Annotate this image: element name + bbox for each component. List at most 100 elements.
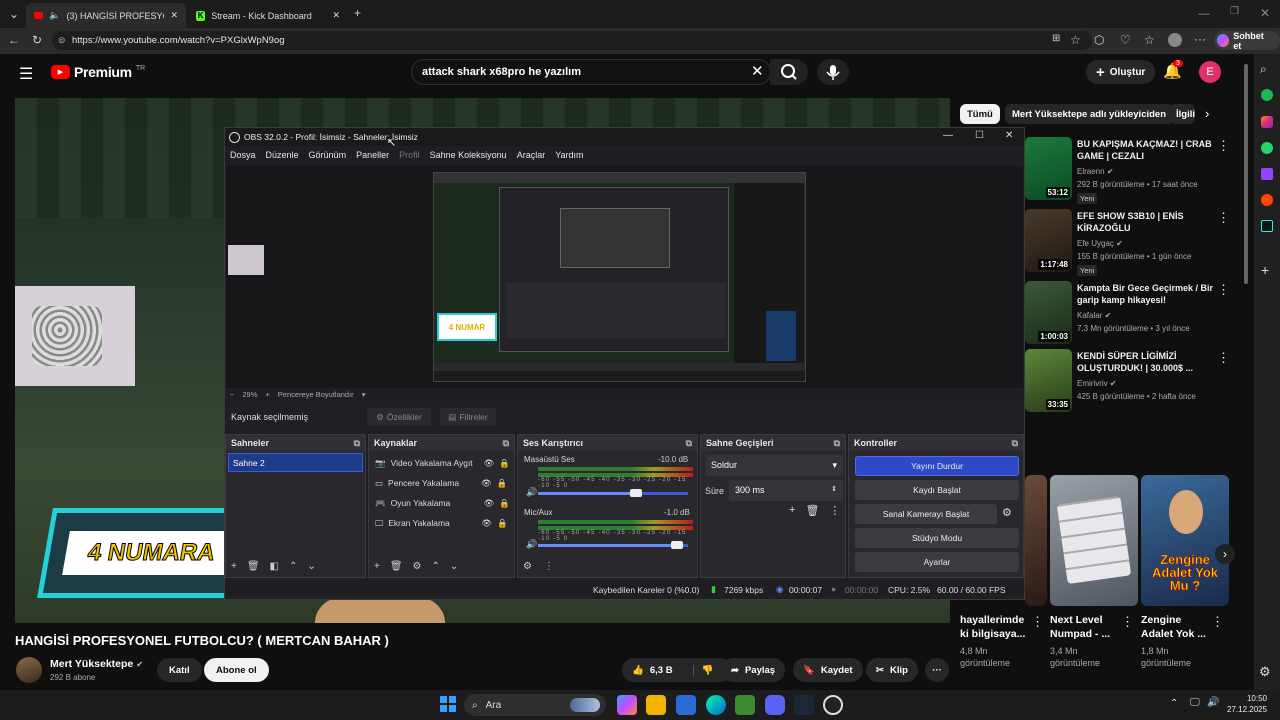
clock[interactable]: 10:50 27.12.2025 — [1227, 693, 1267, 715]
visibility-eye-icon[interactable]: 👁 — [484, 498, 495, 509]
dock-icon[interactable]: ⧉ — [834, 438, 840, 449]
clear-search-icon[interactable]: ✕ — [751, 62, 764, 80]
tab-kick-dashboard[interactable]: K Stream - Kick Dashboard ✕ — [188, 3, 348, 28]
discord-icon[interactable] — [765, 695, 785, 715]
favorite-star-icon[interactable]: ☆ — [1070, 34, 1081, 46]
tab-list-chevron-icon[interactable]: ⌄ — [9, 8, 19, 20]
clip-button[interactable]: ✂ Klip — [866, 658, 918, 682]
menu-view[interactable]: Görünüm — [309, 150, 347, 160]
rec-channel[interactable]: Elraenn ✔ — [1077, 167, 1114, 176]
short-title[interactable]: Next Level Numpad - ... — [1050, 613, 1120, 641]
menu-profile[interactable]: Profil — [399, 150, 420, 160]
close-tab-icon[interactable]: ✕ — [170, 10, 178, 21]
reddit-icon[interactable] — [1261, 194, 1273, 206]
minecraft-icon[interactable] — [735, 695, 755, 715]
rec-title[interactable]: EFE SHOW S3B10 | ENİS KİRAZOĞLU — [1077, 210, 1217, 234]
collections-icon[interactable]: ☆ — [1144, 34, 1155, 46]
dock-icon[interactable]: ⧉ — [1012, 438, 1018, 449]
short-more-icon[interactable]: ⋮ — [1211, 614, 1224, 630]
back-icon[interactable]: ← — [8, 34, 20, 46]
zoom-out-icon[interactable]: − — [230, 390, 234, 399]
window-close-icon[interactable]: ✕ — [1260, 7, 1270, 19]
search-button[interactable] — [770, 59, 808, 85]
rec-thumbnail[interactable]: 53:12 — [1025, 137, 1072, 200]
rec-channel[interactable]: Kafalar ✔ — [1077, 311, 1111, 320]
obs-minimize-icon[interactable]: — — [943, 130, 953, 141]
speaker-icon[interactable]: 🔈 — [49, 10, 60, 21]
chip-all[interactable]: Tümü — [960, 104, 1000, 124]
source-row[interactable]: ▭ Pencere Yakalama 👁 🔒 — [369, 473, 514, 493]
scene-item[interactable]: Sahne 2 — [228, 453, 363, 472]
source-row[interactable]: 🖵 Ekran Yakalama 👁 🔒 — [369, 513, 514, 533]
menu-edit[interactable]: Düzenle — [266, 150, 299, 160]
lock-icon[interactable]: 🔒 — [497, 478, 508, 489]
taskbar-search[interactable]: ⌕ Ara — [464, 694, 606, 716]
volume-tray-icon[interactable]: 🔊 — [1207, 697, 1219, 708]
menu-docks[interactable]: Paneller — [356, 150, 389, 160]
join-button[interactable]: Katıl — [157, 658, 202, 682]
short-more-icon[interactable]: ⋮ — [1031, 614, 1044, 630]
dock-icon[interactable]: ⧉ — [354, 438, 360, 449]
start-virtual-camera-button[interactable]: Sanal Kamerayı Başlat — [855, 504, 997, 524]
remove-transition-icon[interactable]: 🗑 — [805, 504, 819, 517]
extensions-icon[interactable]: ⬡ — [1094, 34, 1104, 46]
obs-taskbar-icon[interactable] — [823, 695, 843, 715]
channel-name[interactable]: Mert Yüksektepe ✔ — [50, 658, 143, 670]
create-button[interactable]: + Oluştur — [1086, 60, 1156, 84]
close-tab-icon[interactable]: ✕ — [332, 10, 340, 21]
move-up-icon[interactable]: ⌃ — [289, 561, 297, 572]
whatsapp-icon[interactable] — [1261, 142, 1273, 154]
source-row[interactable]: 🎮 Oyun Yakalama 👁 🔒 — [369, 493, 514, 513]
dock-icon[interactable]: ⧉ — [503, 438, 509, 449]
instagram-icon[interactable] — [1261, 116, 1273, 128]
rec-more-icon[interactable]: ⋮ — [1217, 282, 1230, 298]
more-actions-icon[interactable]: ··· — [925, 658, 949, 682]
app-available-icon[interactable]: ⊞ — [1052, 34, 1060, 44]
windows-start-icon[interactable] — [440, 696, 456, 712]
volume-icon[interactable]: 🔊 — [526, 487, 537, 498]
shorts-next-icon[interactable]: › — [1215, 544, 1235, 564]
volume-slider[interactable] — [538, 541, 688, 549]
voice-search-button[interactable] — [817, 59, 849, 85]
chip-next-chevron-icon[interactable]: › — [1205, 106, 1209, 121]
network-icon[interactable]: 🖵 — [1190, 697, 1200, 708]
like-icon[interactable]: 👍 — [632, 665, 644, 676]
rec-more-icon[interactable]: ⋮ — [1217, 350, 1230, 366]
url-field[interactable]: ⊜ https://www.youtube.com/watch?v=PXGlxW… — [52, 31, 1092, 50]
youtube-logo[interactable]: ▶ Premium TR — [51, 64, 145, 80]
tiktok-icon[interactable] — [1261, 220, 1273, 232]
short-thumbnail[interactable] — [1050, 475, 1138, 606]
account-avatar[interactable]: E — [1199, 61, 1221, 83]
more-menu-icon[interactable]: ··· — [1194, 33, 1206, 45]
copilot-taskbar-icon[interactable] — [617, 695, 637, 715]
site-info-icon[interactable]: ⊜ — [58, 35, 66, 46]
move-down-icon[interactable]: ⌄ — [450, 561, 458, 572]
add-source-icon[interactable]: + — [374, 561, 380, 572]
start-recording-button[interactable]: Kaydı Başlat — [855, 480, 1019, 500]
lock-icon[interactable]: 🔒 — [499, 458, 510, 469]
browser-essentials-icon[interactable]: ♡ — [1120, 34, 1131, 46]
remove-scene-icon[interactable]: 🗑 — [247, 561, 260, 572]
short-thumbnail[interactable] — [1025, 475, 1047, 606]
advanced-audio-icon[interactable]: ⚙ — [523, 561, 532, 572]
rec-thumbnail[interactable]: 1:00:03 — [1025, 281, 1072, 344]
filters-button[interactable]: ▤ Filtreler — [440, 408, 496, 426]
channel-avatar[interactable] — [16, 657, 42, 683]
move-down-icon[interactable]: ⌄ — [307, 561, 315, 572]
hamburger-menu-icon[interactable]: ☰ — [19, 64, 33, 84]
scene-filter-icon[interactable]: ◧ — [270, 561, 279, 572]
restore-icon[interactable]: ❐ — [1230, 7, 1239, 17]
obs-close-icon[interactable]: ✕ — [1005, 130, 1013, 141]
tab-youtube[interactable]: 🔈 (3) HANGİSİ PROFESYONEL FU ✕ — [26, 3, 186, 28]
dislike-icon[interactable]: 👎 — [692, 664, 713, 676]
move-up-icon[interactable]: ⌃ — [432, 561, 440, 572]
studio-mode-button[interactable]: Stüdyo Modu — [855, 528, 1019, 548]
transition-more-icon[interactable]: ⋮ — [829, 504, 840, 517]
mixer-more-icon[interactable]: ⋮ — [544, 561, 554, 572]
profile-avatar[interactable] — [1168, 33, 1182, 47]
twitch-icon[interactable] — [1261, 168, 1273, 180]
new-tab-icon[interactable]: + — [354, 7, 361, 19]
remove-source-icon[interactable]: 🗑 — [390, 561, 403, 572]
sidebar-settings-icon[interactable]: ⚙ — [1259, 664, 1271, 680]
add-transition-icon[interactable]: + — [789, 504, 795, 517]
